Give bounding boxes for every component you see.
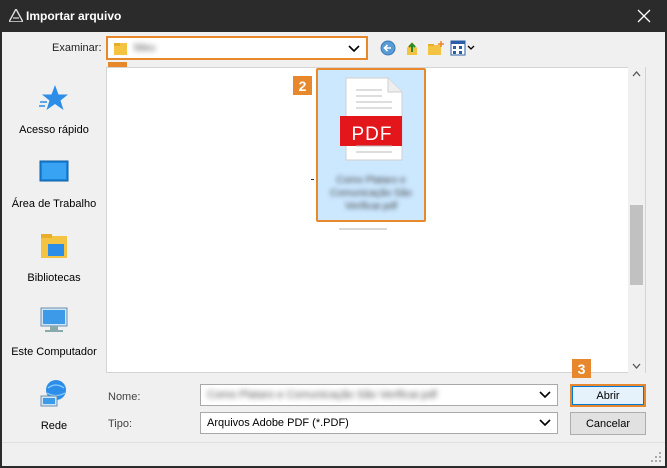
- folder-icon: [114, 43, 127, 55]
- up-folder-icon: [407, 42, 417, 55]
- chevron-down-icon: [348, 45, 360, 53]
- place-network[interactable]: Rede: [2, 372, 106, 444]
- desktop-icon: [39, 160, 69, 182]
- scroll-down-icon[interactable]: [632, 363, 641, 369]
- look-in-label: Examinar:: [52, 42, 102, 54]
- scroll-up-icon[interactable]: [632, 71, 641, 77]
- view-menu-icon: [450, 40, 475, 56]
- star-icon: [39, 85, 68, 110]
- close-button[interactable]: [621, 0, 667, 32]
- focus-mark: [311, 179, 314, 180]
- network-icon: [40, 380, 66, 407]
- place-desktop[interactable]: Área de Trabalho: [2, 150, 106, 222]
- open-button[interactable]: Abrir: [570, 384, 646, 407]
- place-this-computer[interactable]: Este Computador: [2, 298, 106, 370]
- cancel-button[interactable]: Cancelar: [570, 412, 646, 435]
- title-bar: Importar arquivo: [0, 0, 667, 32]
- file-item-pdf[interactable]: PDF Como Plataro e Comunicação São Verif…: [316, 68, 426, 222]
- file-type-value: Arquivos Adobe PDF (*.PDF): [207, 417, 349, 429]
- pdf-label: PDF: [351, 124, 393, 145]
- look-in-combo[interactable]: Meu: [106, 36, 368, 60]
- view-menu-button[interactable]: [450, 40, 476, 56]
- place-quick-access[interactable]: Acesso rápido: [2, 76, 106, 148]
- close-icon: [637, 9, 651, 23]
- app-icon: [9, 9, 23, 22]
- name-label: Nome:: [108, 391, 141, 403]
- vertical-scrollbar[interactable]: [628, 67, 645, 373]
- partial-item: [339, 228, 387, 230]
- new-folder-button[interactable]: [426, 40, 446, 56]
- file-name-combo[interactable]: Como Plataro e Comunicação São Verificar…: [200, 384, 558, 406]
- up-folder-button[interactable]: [403, 40, 421, 56]
- back-button[interactable]: [379, 40, 397, 56]
- place-label: Este Computador: [11, 346, 97, 358]
- type-label: Tipo:: [108, 418, 133, 430]
- back-icon: [380, 40, 396, 56]
- file-name-value: Como Plataro e Comunicação São Verificar…: [207, 389, 437, 401]
- places-bar: Acesso rápido Área de Trabalho Bibliotec…: [2, 68, 102, 436]
- computer-icon: [40, 307, 68, 332]
- status-bar: [2, 442, 665, 466]
- step-badge-2: 2: [293, 76, 312, 95]
- place-label: Área de Trabalho: [11, 198, 97, 210]
- pdf-file-icon: [340, 77, 403, 161]
- dialog-body: Examinar: Meu 1: [2, 32, 665, 466]
- new-folder-icon: [428, 41, 444, 55]
- place-libraries[interactable]: Bibliotecas: [2, 224, 106, 296]
- chevron-down-icon: [539, 419, 551, 427]
- resize-grip-icon[interactable]: [651, 452, 661, 462]
- place-label: Rede: [40, 420, 68, 432]
- scrollbar-thumb[interactable]: [630, 205, 643, 285]
- libraries-icon: [41, 234, 67, 258]
- chevron-down-icon: [539, 391, 551, 399]
- file-type-combo[interactable]: Arquivos Adobe PDF (*.PDF): [200, 412, 558, 434]
- file-name: Como Plataro e Comunicação São Verificar…: [330, 175, 412, 212]
- place-label: Acesso rápido: [19, 124, 89, 136]
- look-in-value: Meu: [134, 42, 156, 54]
- window-title: Importar arquivo: [26, 9, 122, 23]
- place-label: Bibliotecas: [27, 272, 81, 284]
- step-badge-3: 3: [572, 359, 591, 378]
